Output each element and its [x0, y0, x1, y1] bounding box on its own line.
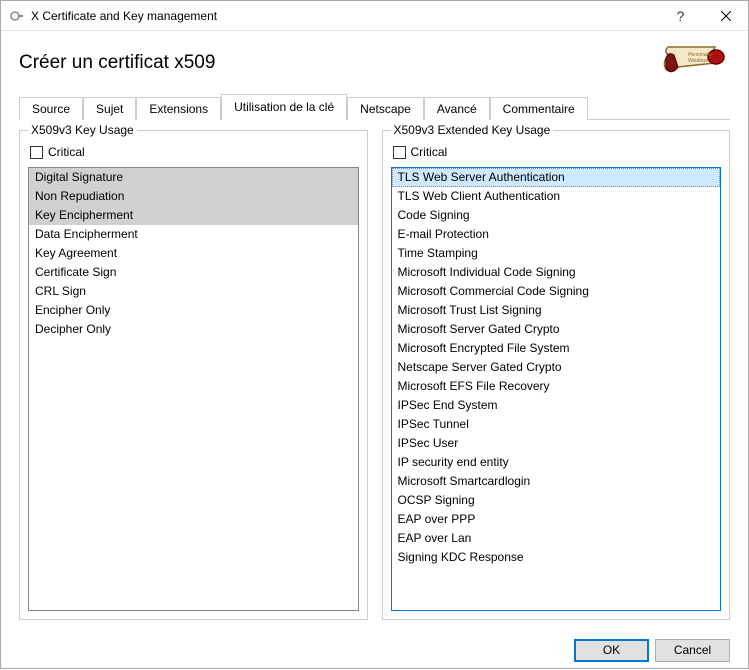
- ok-button[interactable]: OK: [574, 639, 649, 662]
- list-item[interactable]: Code Signing: [392, 206, 721, 225]
- key-usage-group: X509v3 Key Usage Critical Digital Signat…: [19, 130, 368, 620]
- key-usage-critical-checkbox[interactable]: [30, 146, 43, 159]
- ext-key-usage-critical-label: Critical: [411, 145, 448, 159]
- list-item[interactable]: Decipher Only: [29, 320, 358, 339]
- list-item[interactable]: Microsoft Smartcardlogin: [392, 472, 721, 491]
- list-item[interactable]: Certificate Sign: [29, 263, 358, 282]
- key-usage-group-label: X509v3 Key Usage: [28, 123, 137, 137]
- list-item[interactable]: Microsoft Encrypted File System: [392, 339, 721, 358]
- key-usage-listbox[interactable]: Digital SignatureNon RepudiationKey Enci…: [28, 167, 359, 611]
- list-item[interactable]: Time Stamping: [392, 244, 721, 263]
- button-bar: OK Cancel: [1, 630, 748, 670]
- list-item[interactable]: Netscape Server Gated Crypto: [392, 358, 721, 377]
- list-item[interactable]: Digital Signature: [29, 168, 358, 187]
- list-item[interactable]: Encipher Only: [29, 301, 358, 320]
- key-usage-critical-label: Critical: [48, 145, 85, 159]
- list-item[interactable]: Microsoft Server Gated Crypto: [392, 320, 721, 339]
- list-item[interactable]: Microsoft Trust List Signing: [392, 301, 721, 320]
- list-item[interactable]: EAP over Lan: [392, 529, 721, 548]
- scroll-logo-icon: Personality Windows: [660, 45, 730, 80]
- ext-key-usage-critical-row: Critical: [393, 145, 722, 159]
- list-item[interactable]: EAP over PPP: [392, 510, 721, 529]
- content: Créer un certificat x509 Personality Win…: [1, 31, 748, 630]
- panels-row: X509v3 Key Usage Critical Digital Signat…: [19, 130, 730, 620]
- cancel-button[interactable]: Cancel: [655, 639, 730, 662]
- list-item[interactable]: IP security end entity: [392, 453, 721, 472]
- svg-text:Windows: Windows: [688, 58, 709, 64]
- titlebar-controls: ?: [658, 1, 748, 31]
- tab-commentaire[interactable]: Commentaire: [490, 97, 588, 120]
- list-item[interactable]: Signing KDC Response: [392, 548, 721, 567]
- list-item[interactable]: IPSec End System: [392, 396, 721, 415]
- tab-extensions[interactable]: Extensions: [136, 97, 221, 120]
- tab-netscape[interactable]: Netscape: [347, 97, 424, 120]
- list-item[interactable]: IPSec User: [392, 434, 721, 453]
- list-item[interactable]: OCSP Signing: [392, 491, 721, 510]
- tab-utilisation-de-la-clé[interactable]: Utilisation de la clé: [221, 94, 347, 120]
- tab-sujet[interactable]: Sujet: [83, 97, 136, 120]
- titlebar: X Certificate and Key management ?: [1, 1, 748, 31]
- list-item[interactable]: Microsoft Individual Code Signing: [392, 263, 721, 282]
- list-item[interactable]: Data Encipherment: [29, 225, 358, 244]
- list-item[interactable]: IPSec Tunnel: [392, 415, 721, 434]
- tab-strip: SourceSujetExtensionsUtilisation de la c…: [19, 94, 730, 120]
- list-item[interactable]: E-mail Protection: [392, 225, 721, 244]
- list-item[interactable]: CRL Sign: [29, 282, 358, 301]
- list-item[interactable]: Microsoft EFS File Recovery: [392, 377, 721, 396]
- ext-key-usage-critical-checkbox[interactable]: [393, 146, 406, 159]
- ext-key-usage-listbox[interactable]: TLS Web Server AuthenticationTLS Web Cli…: [391, 167, 722, 611]
- key-usage-critical-row: Critical: [30, 145, 359, 159]
- window-title: X Certificate and Key management: [31, 9, 658, 23]
- list-item[interactable]: Key Encipherment: [29, 206, 358, 225]
- help-button[interactable]: ?: [658, 1, 703, 31]
- header-row: Créer un certificat x509 Personality Win…: [19, 45, 730, 80]
- list-item[interactable]: TLS Web Server Authentication: [392, 168, 721, 187]
- list-item[interactable]: Key Agreement: [29, 244, 358, 263]
- close-button[interactable]: [703, 1, 748, 31]
- list-item[interactable]: Microsoft Commercial Code Signing: [392, 282, 721, 301]
- ext-key-usage-group-label: X509v3 Extended Key Usage: [391, 123, 554, 137]
- list-item[interactable]: TLS Web Client Authentication: [392, 187, 721, 206]
- ext-key-usage-group: X509v3 Extended Key Usage Critical TLS W…: [382, 130, 731, 620]
- tab-source[interactable]: Source: [19, 97, 83, 120]
- page-title: Créer un certificat x509: [19, 52, 215, 74]
- list-item[interactable]: Non Repudiation: [29, 187, 358, 206]
- tab-avancé[interactable]: Avancé: [424, 97, 490, 120]
- app-icon: [9, 8, 25, 24]
